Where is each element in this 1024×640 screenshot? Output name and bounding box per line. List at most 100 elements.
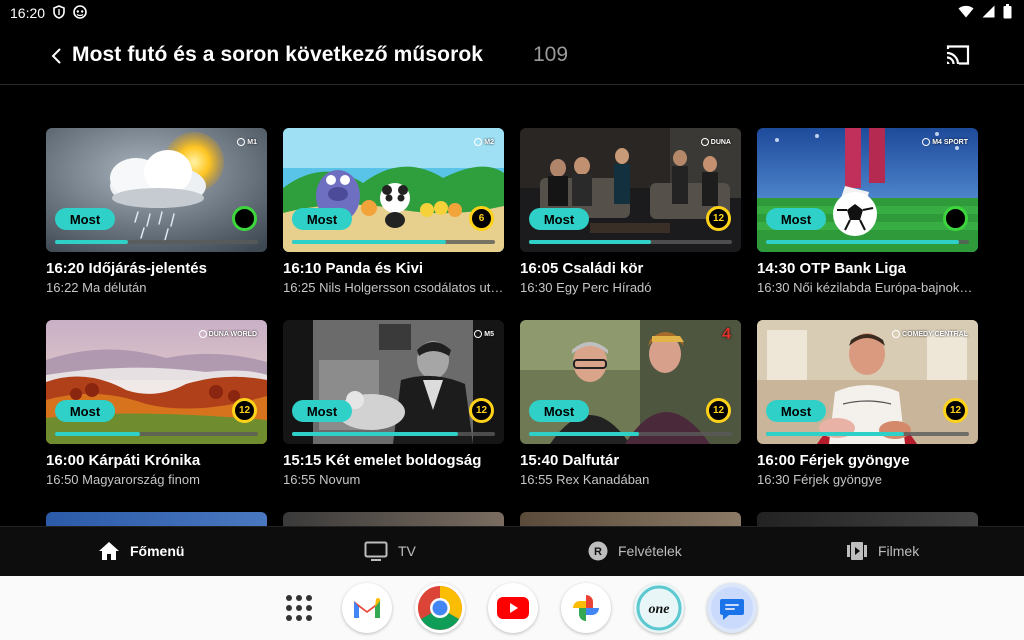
nav-label: TV (398, 543, 416, 559)
svg-text:one: one (649, 602, 670, 617)
program-card[interactable]: 4 Most 12 15:40 Dalfutár 16:55 Rex Kanad… (520, 320, 741, 487)
channel-logo: M2 (474, 138, 494, 146)
cast-icon (946, 45, 970, 65)
app-drawer-button[interactable] (284, 593, 314, 623)
next-program: 16:55 Novum (283, 472, 361, 487)
program-card-partial[interactable] (757, 512, 978, 526)
program-title: 16:20 Időjárás-jelentés (46, 260, 207, 277)
channel-logo: DUNA (700, 138, 731, 146)
battery-icon (1003, 4, 1012, 22)
interview-thumbnail-image (520, 320, 741, 444)
progress-bar (55, 240, 258, 244)
chrome-icon (418, 586, 462, 630)
nav-item-recordings[interactable]: R Felvételek (588, 541, 682, 561)
messages-icon (711, 587, 753, 629)
age-rating-badge: 12 (469, 398, 494, 423)
channel-logo: DUNA WORLD (198, 330, 257, 338)
next-program: 16:30 Női kézilabda Európa-bajnokság (757, 280, 978, 295)
record-icon: R (588, 541, 608, 561)
program-thumbnail: COMEDY CENTRAL Most 12 (757, 320, 978, 444)
age-rating-badge: 12 (706, 206, 731, 231)
landscape-thumbnail-image (46, 320, 267, 444)
program-thumbnail: 4 Most 12 (520, 320, 741, 444)
program-card[interactable]: M2 Most 6 16:10 Panda és Kivi 16:25 Nils… (283, 128, 504, 295)
gmail-app[interactable] (342, 583, 392, 633)
next-program: 16:25 Nils Holgersson csodálatos utazása (283, 280, 504, 295)
nav-item-tv[interactable]: TV (364, 541, 416, 561)
progress-bar (529, 240, 732, 244)
progress-fill (529, 432, 639, 436)
progress-bar (766, 432, 969, 436)
photos-app[interactable] (561, 583, 611, 633)
program-title: 14:30 OTP Bank Liga (757, 260, 906, 277)
program-card[interactable]: COMEDY CENTRAL Most 12 16:00 Férjek gyön… (757, 320, 978, 487)
program-count: 109 (533, 43, 569, 66)
program-card[interactable]: M1 Most 16:20 Időjárás-jelentés 16:22 Ma… (46, 128, 267, 295)
progress-bar (292, 240, 495, 244)
nav-label: Főmenü (130, 543, 185, 559)
program-title: 15:15 Két emelet boldogság (283, 452, 482, 469)
age-rating-badge: 12 (232, 398, 257, 423)
now-badge: Most (766, 208, 826, 230)
next-program: 16:22 Ma délután (46, 280, 147, 295)
age-rating-badge (943, 206, 968, 231)
back-button[interactable] (46, 45, 66, 67)
program-thumbnail: DUNA Most 12 (520, 128, 741, 252)
chrome-app[interactable] (415, 583, 465, 633)
program-thumbnail: M2 Most 6 (283, 128, 504, 252)
program-card[interactable]: M5 Most 12 15:15 Két emelet boldogság 16… (283, 320, 504, 487)
program-title: 16:00 Kárpáti Krónika (46, 452, 201, 469)
now-badge: Most (55, 400, 115, 422)
nav-label: Felvételek (618, 543, 682, 559)
channel-logo: M4 SPORT (922, 138, 968, 146)
next-program: 16:30 Férjek gyöngye (757, 472, 883, 487)
assistant-icon (73, 4, 87, 22)
age-rating-badge (232, 206, 257, 231)
nav-item-home[interactable]: Főmenü (98, 541, 184, 561)
gmail-icon (354, 598, 380, 618)
progress-fill (55, 432, 141, 436)
age-rating-badge: 12 (706, 398, 731, 423)
photos-icon (573, 595, 599, 621)
program-thumbnail (520, 512, 741, 526)
channel-logo: M1 (237, 138, 257, 146)
program-card-partial[interactable] (520, 512, 741, 526)
progress-fill (55, 240, 129, 244)
app-drawer-icon (286, 595, 312, 621)
home-icon (99, 542, 119, 560)
sitcom-thumbnail-image (757, 320, 978, 444)
wifi-icon (958, 5, 974, 21)
youtube-app[interactable] (488, 583, 538, 633)
program-card[interactable]: DUNA Most 12 16:05 Családi kör 16:30 Egy… (520, 128, 741, 295)
status-time: 16:20 (10, 5, 46, 21)
football-thumbnail-image (757, 128, 978, 252)
age-rating-badge: 6 (469, 206, 494, 231)
next-program: 16:50 Magyarország finom (46, 472, 200, 487)
progress-bar (292, 432, 495, 436)
progress-fill (529, 240, 651, 244)
nav-item-movies[interactable]: Filmek (846, 541, 919, 561)
program-thumbnail (283, 512, 504, 526)
messages-app[interactable] (707, 583, 757, 633)
program-card-partial[interactable] (283, 512, 504, 526)
now-badge: Most (766, 400, 826, 422)
program-card-partial[interactable] (46, 512, 267, 526)
one-app[interactable]: one (634, 583, 684, 633)
svg-text:R: R (594, 546, 602, 558)
chevron-left-icon (51, 48, 61, 64)
channel-logo: 4 (722, 326, 731, 343)
progress-fill (292, 432, 459, 436)
channel-logo: COMEDY CENTRAL (892, 330, 968, 338)
program-card[interactable]: M4 SPORT Most 14:30 OTP Bank Liga 16:30 … (757, 128, 978, 295)
cast-button[interactable] (944, 43, 972, 67)
youtube-icon (497, 597, 529, 619)
program-grid: M1 Most 16:20 Időjárás-jelentés 16:22 Ma… (0, 85, 1024, 526)
status-bar: 16:20 (0, 0, 1024, 26)
studio-thumbnail-image (520, 128, 741, 252)
program-thumbnail: DUNA WORLD Most 12 (46, 320, 267, 444)
program-card[interactable]: DUNA WORLD Most 12 16:00 Kárpáti Krónika… (46, 320, 267, 487)
tv-icon (364, 541, 388, 561)
program-thumbnail: M5 Most 12 (283, 320, 504, 444)
program-thumbnail (757, 512, 978, 526)
film-icon (847, 542, 867, 560)
